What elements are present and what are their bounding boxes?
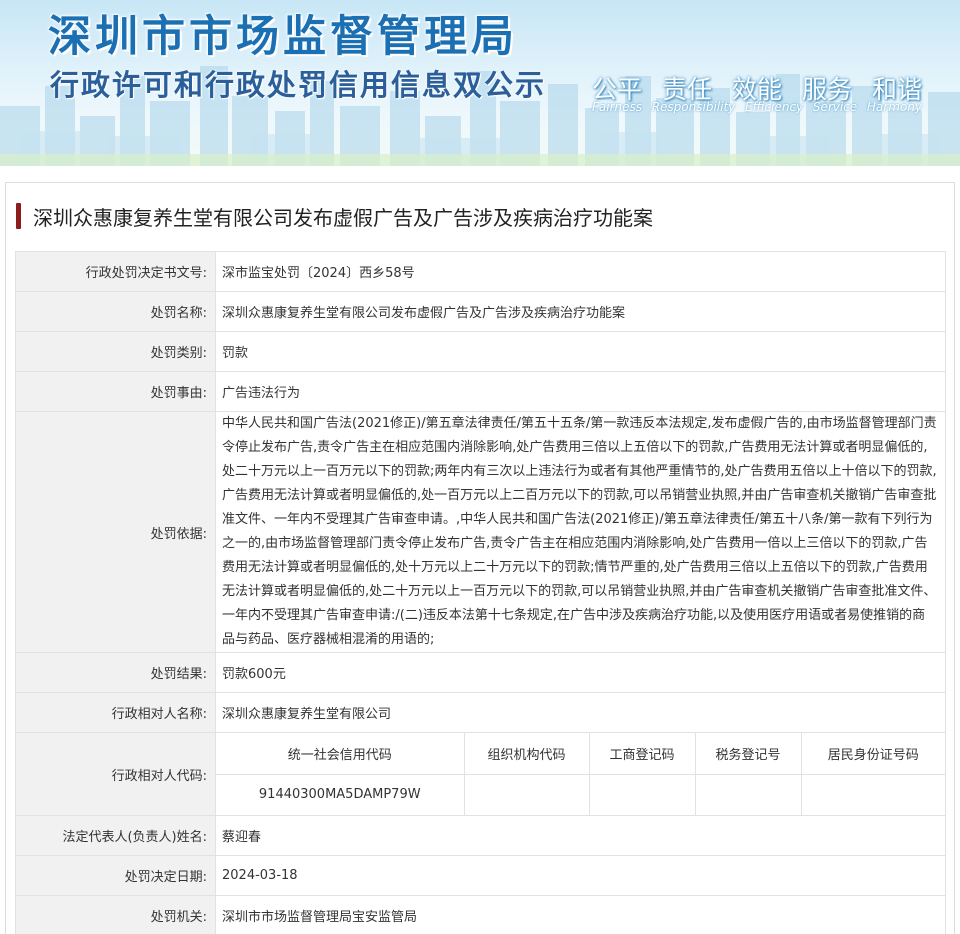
content-panel: 深圳众惠康复养生堂有限公司发布虚假广告及广告涉及疾病治疗功能案 行政处罚决定书文…: [5, 182, 955, 934]
site-subtitle: 行政许可和行政处罚信用信息双公示: [50, 68, 547, 102]
value-penalty-type: 罚款: [215, 331, 946, 372]
slogan-fairness-en: Fairness: [592, 100, 643, 114]
label-doc-no: 行政处罚决定书文号:: [15, 251, 216, 292]
header-banner: 深圳市市场监督管理局 行政许可和行政处罚信用信息双公示 公平 责任 效能 服务 …: [0, 0, 960, 166]
value-tax-reg-no: [694, 773, 802, 815]
header-tax-reg-no: 税务登记号: [694, 733, 802, 775]
value-penalty-name: 深圳众惠康复养生堂有限公司发布虚假广告及广告涉及疾病治疗功能案: [215, 291, 946, 332]
slogan-service-en: Service: [812, 100, 858, 114]
party-code-table: 统一社会信用代码 组织机构代码 工商登记码 税务登记号 居民身份证号码 9144…: [216, 733, 945, 815]
row-authority: 处罚机关: 深圳市市场监督管理局宝安监管局: [15, 895, 946, 934]
code-value-row: 91440300MA5DAMP79W: [216, 773, 945, 815]
penalty-info-table: 行政处罚决定书文号: 深市监宝处罚〔2024〕西乡58号 处罚名称: 深圳众惠康…: [15, 251, 946, 934]
slogan-harmony-en: Harmony: [866, 100, 922, 114]
value-doc-no: 深市监宝处罚〔2024〕西乡58号: [215, 251, 946, 292]
label-party-name: 行政相对人名称:: [15, 692, 216, 733]
label-decision-date: 处罚决定日期:: [15, 855, 216, 896]
value-legal-rep: 蔡迎春: [215, 815, 946, 856]
row-decision-date: 处罚决定日期: 2024-03-18: [15, 855, 946, 896]
row-party-code: 行政相对人代码: 统一社会信用代码 组织机构代码 工商登记码 税务登记号 居民身…: [15, 732, 946, 816]
row-legal-rep: 法定代表人(负责人)姓名: 蔡迎春: [15, 815, 946, 856]
label-penalty-basis: 处罚依据:: [15, 411, 216, 653]
row-penalty-result: 处罚结果: 罚款600元: [15, 652, 946, 693]
row-penalty-basis: 处罚依据: 中华人民共和国广告法(2021修正)/第五章法律责任/第五十五条/第…: [15, 411, 946, 653]
label-penalty-name: 处罚名称:: [15, 291, 216, 332]
row-penalty-type: 处罚类别: 罚款: [15, 331, 946, 372]
slogan-efficiency-en: Efficiency: [744, 100, 804, 114]
header-org-code: 组织机构代码: [463, 733, 590, 775]
value-credit-code: 91440300MA5DAMP79W: [216, 773, 465, 815]
code-header-row: 统一社会信用代码 组织机构代码 工商登记码 税务登记号 居民身份证号码: [216, 733, 945, 775]
slogan-responsibility-en: Responsibility: [651, 100, 736, 114]
value-penalty-result: 罚款600元: [215, 652, 946, 693]
label-penalty-reason: 处罚事由:: [15, 371, 216, 412]
label-legal-rep: 法定代表人(负责人)姓名:: [15, 815, 216, 856]
title-accent-bar: [16, 203, 21, 229]
label-penalty-type: 处罚类别:: [15, 331, 216, 372]
value-business-reg-code: [588, 773, 696, 815]
value-org-code: [463, 773, 590, 815]
case-title-text: 深圳众惠康复养生堂有限公司发布虚假广告及广告涉及疾病治疗功能案: [33, 205, 653, 230]
header-credit-code: 统一社会信用代码: [216, 733, 465, 775]
header-id-card-no: 居民身份证号码: [800, 733, 945, 775]
row-penalty-name: 处罚名称: 深圳众惠康复养生堂有限公司发布虚假广告及广告涉及疾病治疗功能案: [15, 291, 946, 332]
label-authority: 处罚机关:: [15, 895, 216, 934]
header-business-reg-code: 工商登记码: [588, 733, 696, 775]
row-penalty-reason: 处罚事由: 广告违法行为: [15, 371, 946, 412]
case-title: 深圳众惠康复养生堂有限公司发布虚假广告及广告涉及疾病治疗功能案: [16, 203, 653, 230]
label-party-code: 行政相对人代码:: [15, 732, 216, 816]
label-penalty-result: 处罚结果:: [15, 652, 216, 693]
value-decision-date: 2024-03-18: [215, 855, 946, 896]
party-code-cell: 统一社会信用代码 组织机构代码 工商登记码 税务登记号 居民身份证号码 9144…: [215, 732, 946, 816]
value-authority: 深圳市市场监督管理局宝安监管局: [215, 895, 946, 934]
value-penalty-basis: 中华人民共和国广告法(2021修正)/第五章法律责任/第五十五条/第一款违反本法…: [215, 411, 946, 653]
value-penalty-reason: 广告违法行为: [215, 371, 946, 412]
row-doc-no: 行政处罚决定书文号: 深市监宝处罚〔2024〕西乡58号: [15, 251, 946, 292]
value-id-card-no: [800, 773, 945, 815]
row-party-name: 行政相对人名称: 深圳众惠康复养生堂有限公司: [15, 692, 946, 733]
value-party-name: 深圳众惠康复养生堂有限公司: [215, 692, 946, 733]
slogan-en: Fairness Responsibility Efficiency Servi…: [592, 100, 922, 114]
site-title: 深圳市市场监督管理局: [48, 12, 518, 62]
